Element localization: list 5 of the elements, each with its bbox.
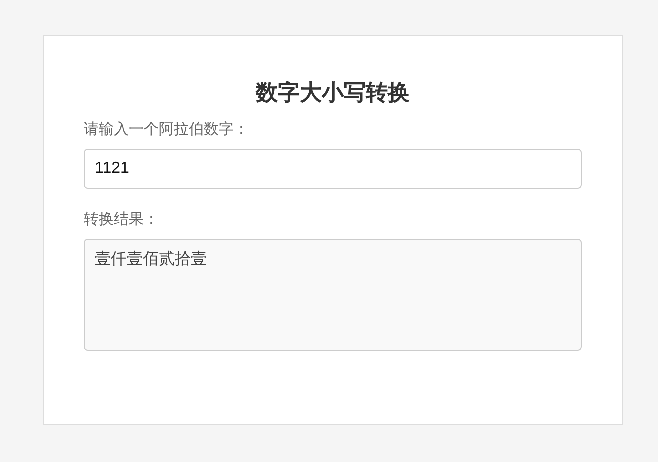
card-title: 数字大小写转换 — [254, 79, 411, 107]
number-input-field[interactable]: 1121 — [84, 149, 582, 189]
input-label: 请输入一个阿拉伯数字： — [84, 120, 250, 140]
result-field[interactable]: 壹仟壹佰贰拾壹 — [84, 239, 582, 351]
result-label: 转换结果： — [84, 210, 160, 230]
